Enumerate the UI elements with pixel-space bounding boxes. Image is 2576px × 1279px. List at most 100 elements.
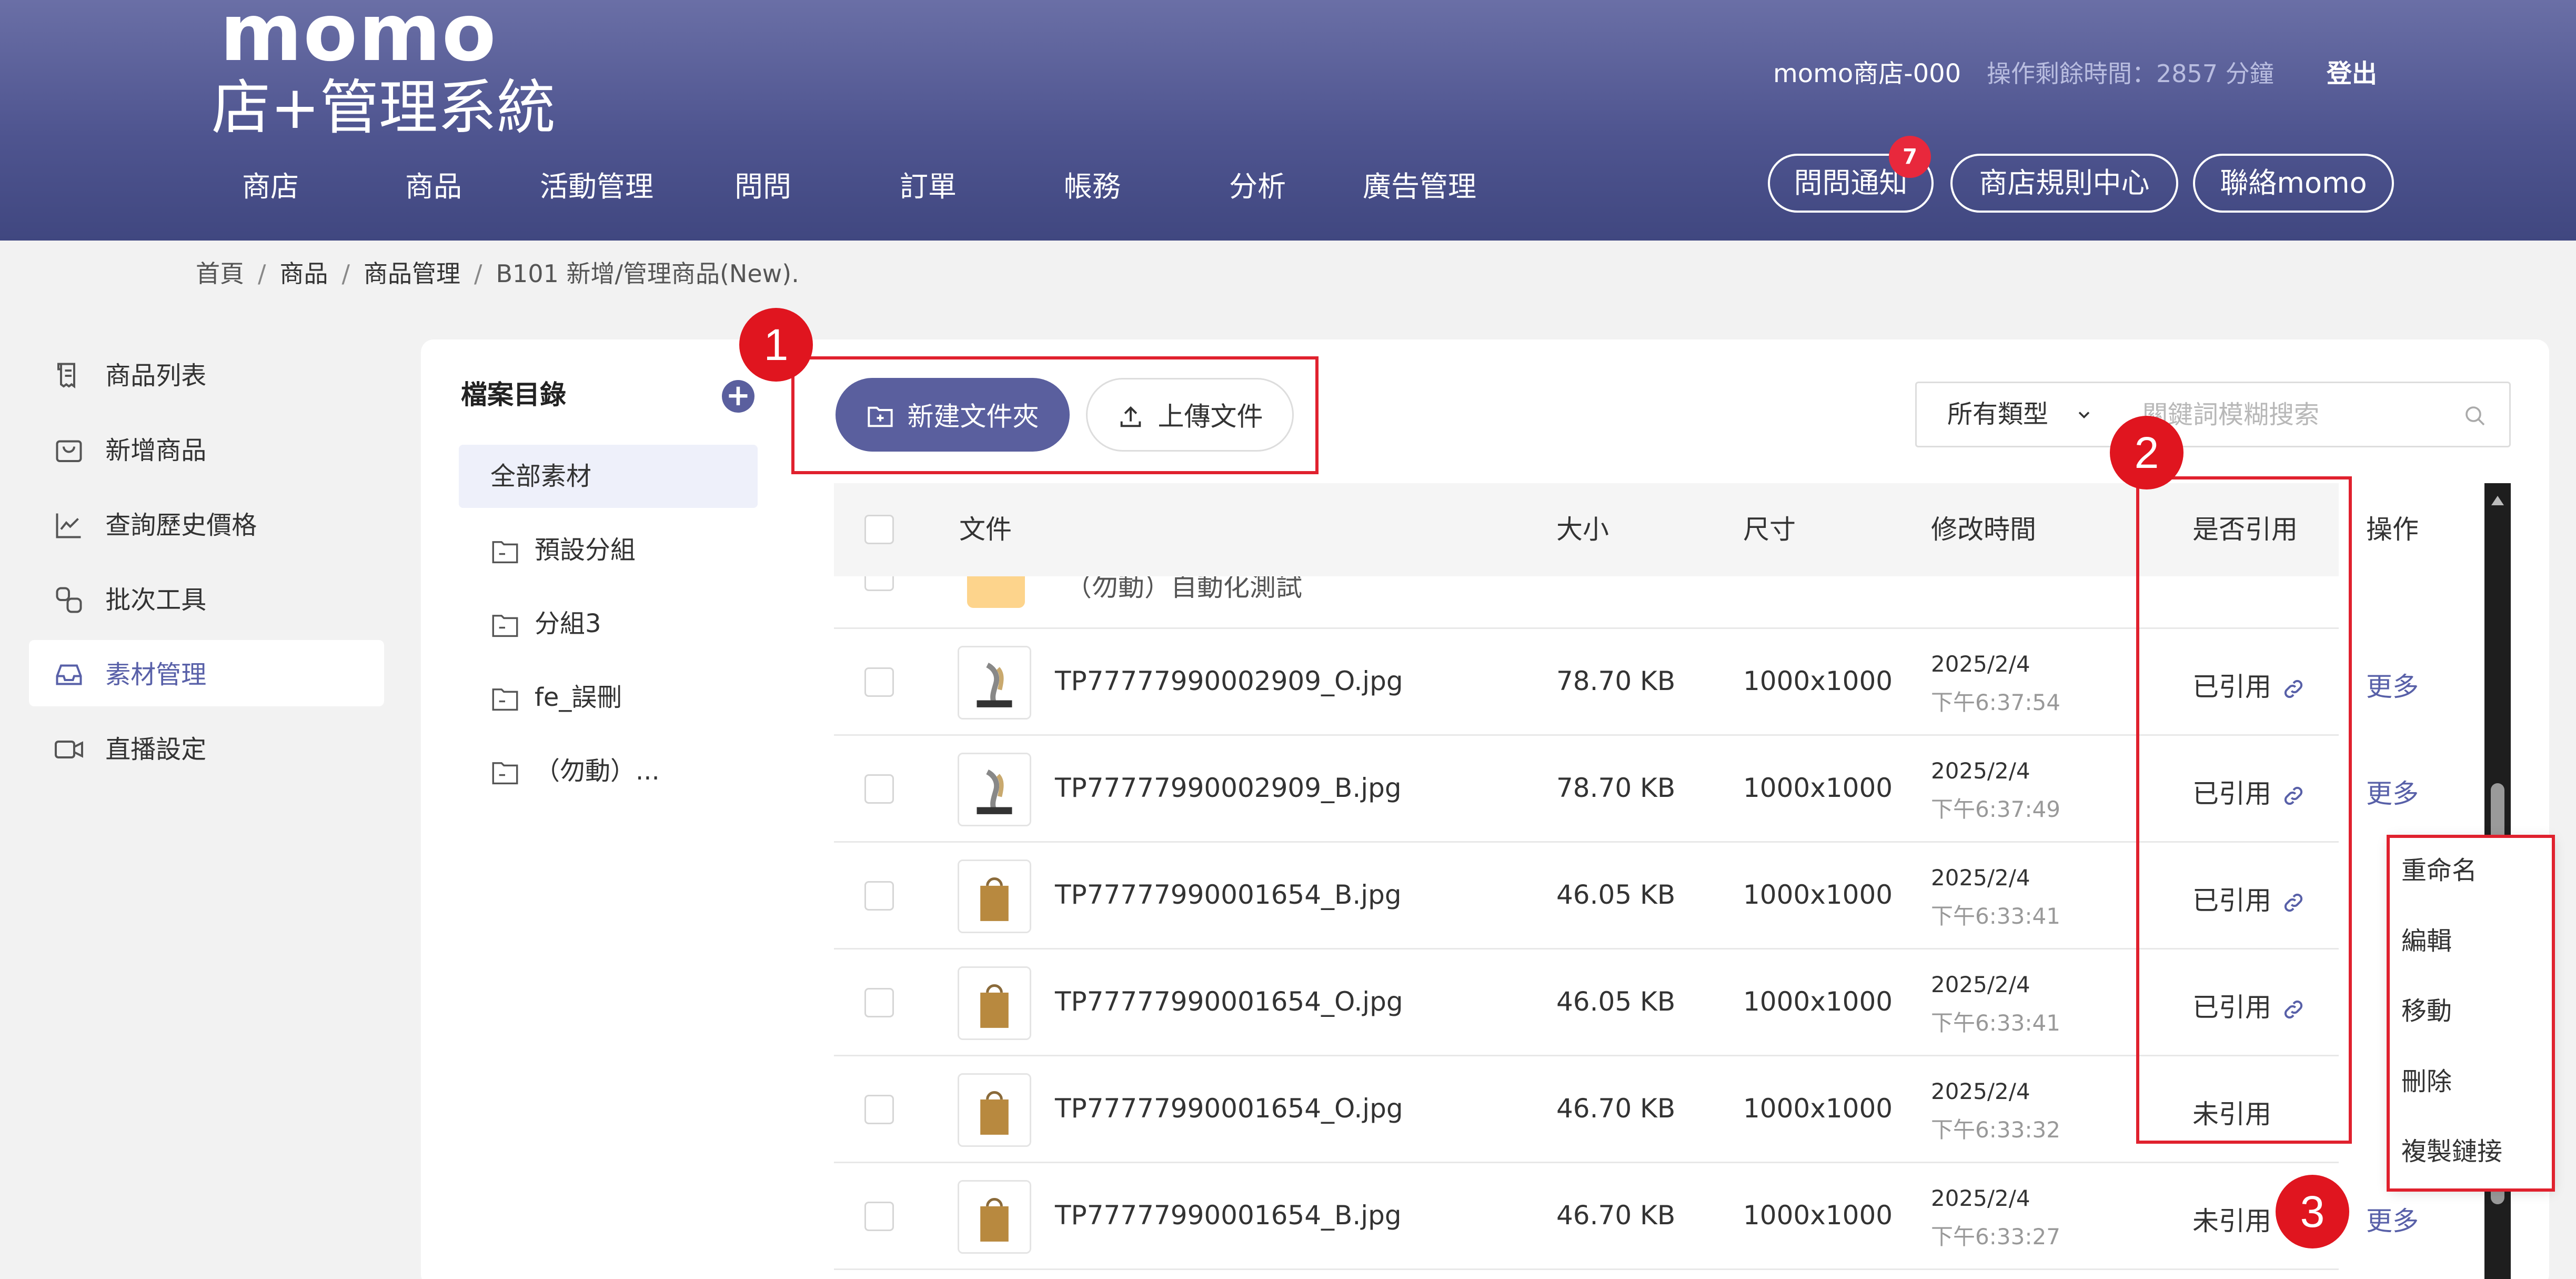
search-input[interactable] <box>2142 394 2437 436</box>
file-name: （勿動）自動化測試 <box>1065 576 1302 602</box>
more-link[interactable]: 更多 <box>2366 666 2419 704</box>
nav-analytics[interactable]: 分析 <box>1229 163 1286 211</box>
tools-icon <box>56 587 82 613</box>
sidebar-item-product-list[interactable]: 商品列表 <box>29 341 384 407</box>
row-checkbox[interactable] <box>864 881 894 911</box>
table-row[interactable]: TP77777990001654_O.jpg 46.05 KB 1000x1000 2… <box>834 950 2339 1056</box>
annotation-box-toolbar <box>791 356 1319 474</box>
breadcrumb-home[interactable]: 首頁 <box>196 259 244 288</box>
table-row[interactable]: TP77777990002909_O.jpg 78.70 KB 1000x1000 2… <box>834 629 2419 736</box>
table-row[interactable]: TP77777990001654_B.jpg 46.70 KB 1000x1000 2… <box>834 1163 2419 1270</box>
nav-accounting[interactable]: 帳務 <box>1064 163 1121 211</box>
modified-date: 2025/2/4 <box>1931 1078 2030 1104</box>
file-thumbnail[interactable] <box>958 1180 1031 1254</box>
header-size: 大小 <box>1556 514 1609 545</box>
directory-item-fe-deleted[interactable]: fe_誤刪 <box>459 666 758 729</box>
annotation-marker-1: 1 <box>739 308 813 382</box>
modified-time: 下午6:33:32 <box>1931 1117 2060 1143</box>
directory-label: （勿動）... <box>535 756 660 786</box>
table-row[interactable]: （勿動）自動化測試 更多 <box>834 576 2339 629</box>
file-thumbnail[interactable] <box>958 1073 1031 1147</box>
file-thumbnail[interactable] <box>958 753 1031 826</box>
system-name: 店+管理系統 <box>212 74 556 142</box>
directory-title: 檔案目錄 <box>461 379 566 410</box>
sidebar-item-asset-management[interactable]: 素材管理 <box>29 640 384 706</box>
breadcrumb-products[interactable]: 商品 <box>280 259 328 288</box>
folder-thumbnail <box>967 576 1025 608</box>
file-type-select[interactable]: 所有類型 <box>1915 382 2123 447</box>
directory-item-all[interactable]: 全部素材 <box>459 445 758 508</box>
sidebar-label: 素材管理 <box>105 660 207 690</box>
file-dimension: 1000x1000 <box>1743 1093 1893 1124</box>
directory-item-group3[interactable]: 分組3 <box>459 592 758 655</box>
file-dimension: 1000x1000 <box>1743 986 1893 1017</box>
add-directory-button[interactable]: + <box>722 380 754 413</box>
file-name[interactable]: TP77777990001654_O.jpg <box>1055 1093 1403 1124</box>
video-icon <box>55 741 83 758</box>
nav-products[interactable]: 商品 <box>405 163 462 211</box>
lighter-thumbnail-icon <box>959 647 1030 718</box>
line-chart-icon <box>56 513 81 538</box>
file-thumbnail[interactable] <box>958 860 1031 933</box>
file-size: 46.05 KB <box>1556 986 1676 1017</box>
sidebar-item-batch-tools[interactable]: 批次工具 <box>29 565 384 632</box>
file-name[interactable]: TP77777990002909_O.jpg <box>1055 666 1403 696</box>
row-checkbox[interactable] <box>864 576 894 591</box>
folder-icon <box>492 688 518 711</box>
search-icon[interactable] <box>2462 403 2488 428</box>
modified-date: 2025/2/4 <box>1931 1185 2030 1211</box>
row-checkbox[interactable] <box>864 1202 894 1231</box>
file-name[interactable]: TP77777990001654_B.jpg <box>1055 1200 1402 1231</box>
nav-qa[interactable]: 問問 <box>734 163 791 211</box>
table-row[interactable]: TP77777990002909_B.jpg 78.70 KB 1000x1000 2… <box>834 736 2419 843</box>
notice-count-badge: 7 <box>1889 136 1931 178</box>
momo-logo[interactable]: momo <box>220 0 497 73</box>
bag-thumbnail-icon <box>959 968 1030 1038</box>
file-size: 78.70 KB <box>1556 666 1676 696</box>
select-all-checkbox[interactable] <box>864 515 894 544</box>
directory-label: fe_誤刪 <box>535 683 622 712</box>
file-name[interactable]: TP77777990001654_B.jpg <box>1055 880 1402 910</box>
table-row[interactable]: TP77777990001654_O.jpg 46.70 KB 1000x1000 2… <box>834 1056 2339 1163</box>
table-header: 文件 大小 尺寸 修改時間 是否引用 操作 <box>834 483 2419 576</box>
store-rules-button[interactable]: 商店規則中心 <box>1950 154 2178 213</box>
nav-orders[interactable]: 訂單 <box>900 163 957 211</box>
nav-store[interactable]: 商店 <box>242 163 299 211</box>
file-dimension: 1000x1000 <box>1743 666 1893 696</box>
breadcrumb-product-management[interactable]: 商品管理 <box>364 259 460 288</box>
nav-ads[interactable]: 廣告管理 <box>1363 163 1476 211</box>
sidebar-item-live-settings[interactable]: 直播設定 <box>29 715 384 781</box>
row-checkbox[interactable] <box>864 774 894 804</box>
more-link[interactable]: 更多 <box>2366 773 2419 811</box>
chevron-down-icon <box>2078 412 2090 419</box>
file-name[interactable]: TP77777990001654_O.jpg <box>1055 986 1403 1017</box>
file-size: 46.05 KB <box>1556 880 1676 910</box>
scroll-up-icon[interactable] <box>2490 493 2505 508</box>
row-checkbox[interactable] <box>864 667 894 697</box>
table-row[interactable]: TP77777990001654_B.jpg 46.05 KB 1000x1000 2… <box>834 843 2339 950</box>
folder-icon <box>492 615 518 637</box>
nav-campaigns[interactable]: 活動管理 <box>540 163 653 211</box>
sidebar-item-price-history[interactable]: 查詢歷史價格 <box>29 491 384 557</box>
header-modified: 修改時間 <box>1931 514 2036 545</box>
logout-link[interactable]: 登出 <box>2327 53 2377 95</box>
directory-item-default[interactable]: 預設分組 <box>459 518 758 582</box>
file-thumbnail[interactable] <box>958 966 1031 1040</box>
directory-item-do-not-move[interactable]: （勿動）... <box>459 740 758 803</box>
sidebar-item-new-product[interactable]: 新增商品 <box>29 416 384 482</box>
file-size: 78.70 KB <box>1556 773 1676 803</box>
modified-time: 下午6:33:41 <box>1931 1010 2060 1036</box>
modified-time: 下午6:37:49 <box>1931 796 2060 822</box>
modified-date: 2025/2/4 <box>1931 651 2030 677</box>
sidebar-label: 查詢歷史價格 <box>105 511 257 540</box>
sidebar-label: 新增商品 <box>105 436 207 465</box>
bag-thumbnail-icon <box>959 861 1030 932</box>
bag-thumbnail-icon <box>959 1075 1030 1145</box>
row-checkbox[interactable] <box>864 988 894 1017</box>
more-link[interactable]: 更多 <box>2366 1200 2419 1238</box>
file-thumbnail[interactable] <box>958 646 1031 720</box>
row-checkbox[interactable] <box>864 1095 894 1124</box>
modified-date: 2025/2/4 <box>1931 758 2030 784</box>
contact-momo-button[interactable]: 聯絡momo <box>2193 154 2394 213</box>
file-name[interactable]: TP77777990002909_B.jpg <box>1055 773 1402 803</box>
